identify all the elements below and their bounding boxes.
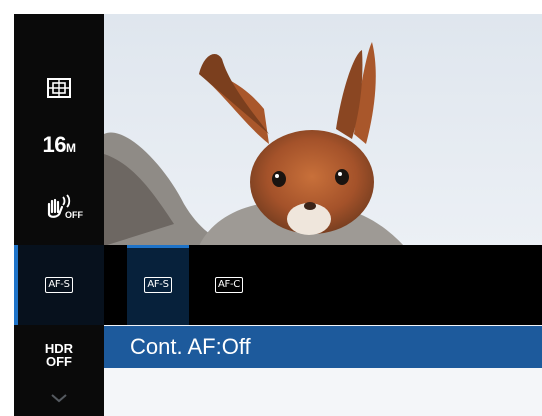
stabilization-status: OFF (65, 210, 83, 220)
sidebar-item-af-mode[interactable]: AF-S (14, 245, 104, 325)
settings-sidebar: 16M OFF AF-S HDR OFF (14, 14, 104, 416)
option-af-s[interactable]: AF-S (127, 245, 189, 325)
option-af-c-label: AF-C (215, 277, 243, 293)
camera-menu-screen: 16M OFF AF-S HDR OFF AF-S AF-C Cont. AF:… (14, 14, 542, 416)
af-option-bar: AF-S AF-C (104, 245, 542, 325)
metering-icon (47, 78, 71, 98)
chevron-down-icon (51, 394, 67, 403)
sidebar-item-hdr[interactable]: HDR OFF (14, 332, 104, 378)
option-description: Cont. AF:Off (130, 334, 251, 359)
sidebar-item-metering[interactable] (14, 60, 104, 116)
hdr-value: HDR OFF (44, 341, 74, 369)
af-mode-value: AF-S (45, 277, 73, 293)
image-size-value: 16M (42, 132, 76, 157)
sidebar-item-more[interactable] (14, 384, 104, 412)
option-af-s-label: AF-S (144, 277, 172, 293)
description-bar: Cont. AF:Off (104, 326, 542, 368)
option-af-c[interactable]: AF-C (198, 245, 260, 325)
sidebar-item-stabilization[interactable]: OFF (14, 178, 104, 234)
sidebar-item-image-size[interactable]: 16M (14, 117, 104, 173)
